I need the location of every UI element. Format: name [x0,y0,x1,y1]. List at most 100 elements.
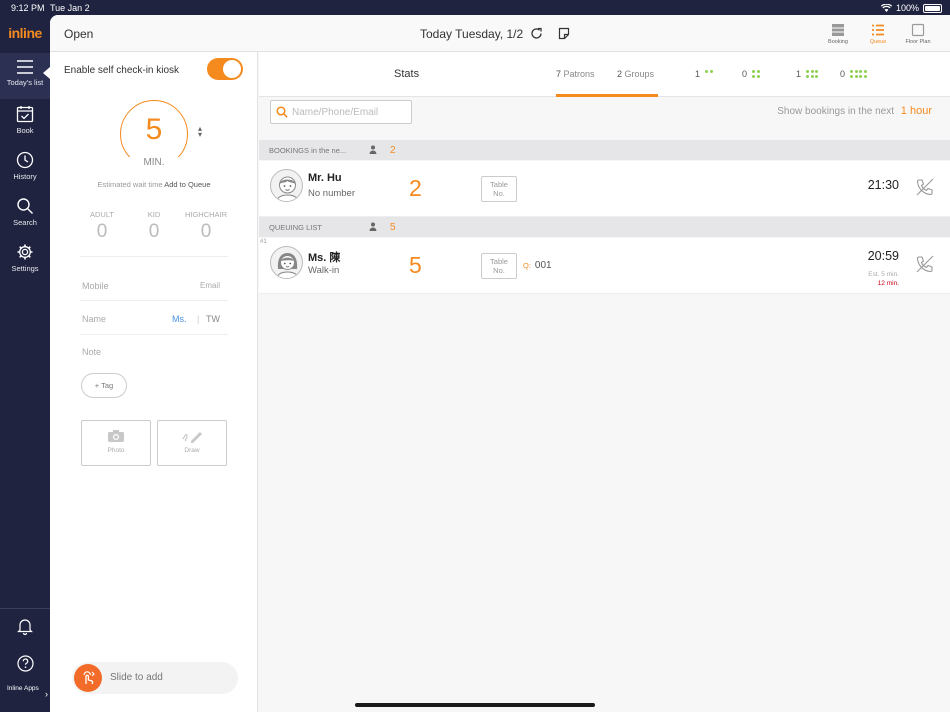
wait-estimate: Est. 5 min. 12 min. [868,270,899,288]
add-tag-button[interactable]: + Tag [81,373,127,398]
queue-section-header[interactable]: QUEUING LIST 5 [259,217,950,237]
sidebar-divider [0,608,50,609]
add-to-queue-text: Add to Queue [164,180,211,189]
queue-number: Q: 001 [523,260,552,271]
tag-label: Tag [101,381,114,390]
status-bar: 9:12 PM Tue Jan 2 100% [0,0,950,15]
guest-name: Mr. Hu [308,172,342,184]
stats-title[interactable]: Stats [394,68,419,80]
photo-button[interactable]: Photo [81,420,151,466]
table-no-label: No. [493,266,505,275]
add-queue-form: Enable self check-in kiosk 5 MIN. ▴ ▾ Est… [50,52,258,712]
search-icon [276,106,288,118]
status-right: 100% [880,3,942,13]
groups-count: 2 [617,69,623,79]
group-size-count: 1 [695,69,701,79]
booking-view-icon [832,24,844,36]
wait-time-value: 5 [145,113,163,146]
bookings-count: 2 [390,145,396,156]
booking-window-label: Show bookings in the next [777,106,895,117]
highchair-counter[interactable]: HIGHCHAIR 0 [180,210,232,243]
guest-phone: No number [308,188,355,199]
booking-row[interactable]: Mr. Hu No number 2 Table No. 21:30 [259,161,950,217]
wait-time-stepper-icon[interactable]: ▴ ▾ [198,125,202,139]
clock-icon [16,151,34,169]
group-size-4: 0 [742,69,760,79]
adult-counter[interactable]: ADULT 0 [76,210,128,243]
table-number-button[interactable]: Table No. [481,176,517,202]
patrons-count: 7 [556,69,562,79]
chevron-right-icon: › [45,689,48,699]
sidebar-item-label: Book [16,126,34,135]
no-call-icon[interactable] [915,177,935,197]
main-panel: Open Today Tuesday, 1/2 Booking Queue Fl… [50,15,950,712]
female-avatar-icon [270,246,303,279]
adult-label: ADULT [89,210,115,219]
bookings-section-header[interactable]: BOOKINGS in the ne... 2 [259,140,950,160]
divider [80,256,228,257]
date-title[interactable]: Today Tuesday, 1/2 [420,27,523,41]
people-dots-icon [705,69,713,73]
search-icon [17,198,33,214]
sidebar-item-todays-list[interactable]: Today's list [0,53,50,99]
sidebar-nav: inline Today's list Book History Search … [0,15,50,712]
sidebar-item-settings[interactable]: Settings [0,237,50,283]
note-placeholder: Note [82,347,102,357]
group-size-count: 0 [840,69,846,79]
booking-view-button[interactable]: Booking [818,23,858,45]
kid-value: 0 [148,221,160,242]
people-dots-icon [806,70,819,78]
sidebar-item-search[interactable]: Search [0,191,50,237]
mobile-field[interactable]: Mobile Email [82,281,228,291]
kid-counter[interactable]: KID 0 [128,210,180,243]
sidebar-item-book[interactable]: Book [0,99,50,145]
table-number-button[interactable]: Table No. [481,253,517,279]
open-status[interactable]: Open [64,27,93,41]
kiosk-toggle[interactable] [207,58,243,80]
note-icon[interactable] [558,27,570,45]
inline-apps-button[interactable]: Inline Apps › [0,685,50,699]
country-select[interactable]: TW [206,314,220,324]
refresh-icon[interactable] [530,27,543,45]
sidebar-item-history[interactable]: History [0,145,50,191]
sidebar-item-label: Search [13,218,37,227]
help-button[interactable] [0,655,50,672]
home-indicator[interactable] [355,703,595,707]
booking-window-value[interactable]: 1 hour [901,105,932,117]
adult-value: 0 [96,221,108,242]
tab-groups[interactable]: 2 Groups [617,69,654,79]
inline-logo: inline [8,25,42,41]
note-field[interactable]: Note [82,347,228,357]
name-field[interactable]: Name Ms. | TW [82,314,228,324]
table-no-label: No. [493,189,505,198]
notifications-button[interactable] [0,618,50,635]
draw-button[interactable]: Draw [157,420,227,466]
separator: | [197,314,200,324]
slide-knob[interactable] [74,664,102,692]
search-input[interactable]: Name/Phone/Email [270,100,412,124]
estimated-wait-label: Estimated wait time Add to Queue [50,180,258,189]
queue-number-value: 001 [534,260,552,271]
floor-plan-view-button[interactable]: Floor Plan [898,23,938,45]
tab-patrons[interactable]: 7 Patrons [556,69,595,79]
people-dots-icon [850,70,867,78]
hand-tap-icon [83,671,95,685]
group-size-6: 1 [796,69,819,79]
email-field[interactable]: Email [200,281,220,290]
slide-label: Slide to add [110,672,163,683]
queue-view-icon [872,24,884,36]
battery-icon [923,3,942,13]
pencil-icon [182,432,202,443]
slide-to-add[interactable]: Slide to add [72,662,238,694]
queue-row[interactable]: #1 Ms. 陳 Walk-in 5 Table No. Q: 001 20:59… [259,238,950,294]
photo-label: Photo [107,447,125,454]
no-call-icon[interactable] [915,254,935,274]
inline-apps-label: Inline Apps [7,685,39,692]
table-label: Table [490,180,508,189]
title-select[interactable]: Ms. [172,314,187,324]
booking-window-selector[interactable]: Show bookings in the next 1 hour [777,105,932,117]
booking-time: 21:30 [867,178,899,192]
queue-view-button[interactable]: Queue [858,23,898,45]
wifi-icon [880,4,892,12]
status-date: Tue Jan 2 [50,3,90,13]
